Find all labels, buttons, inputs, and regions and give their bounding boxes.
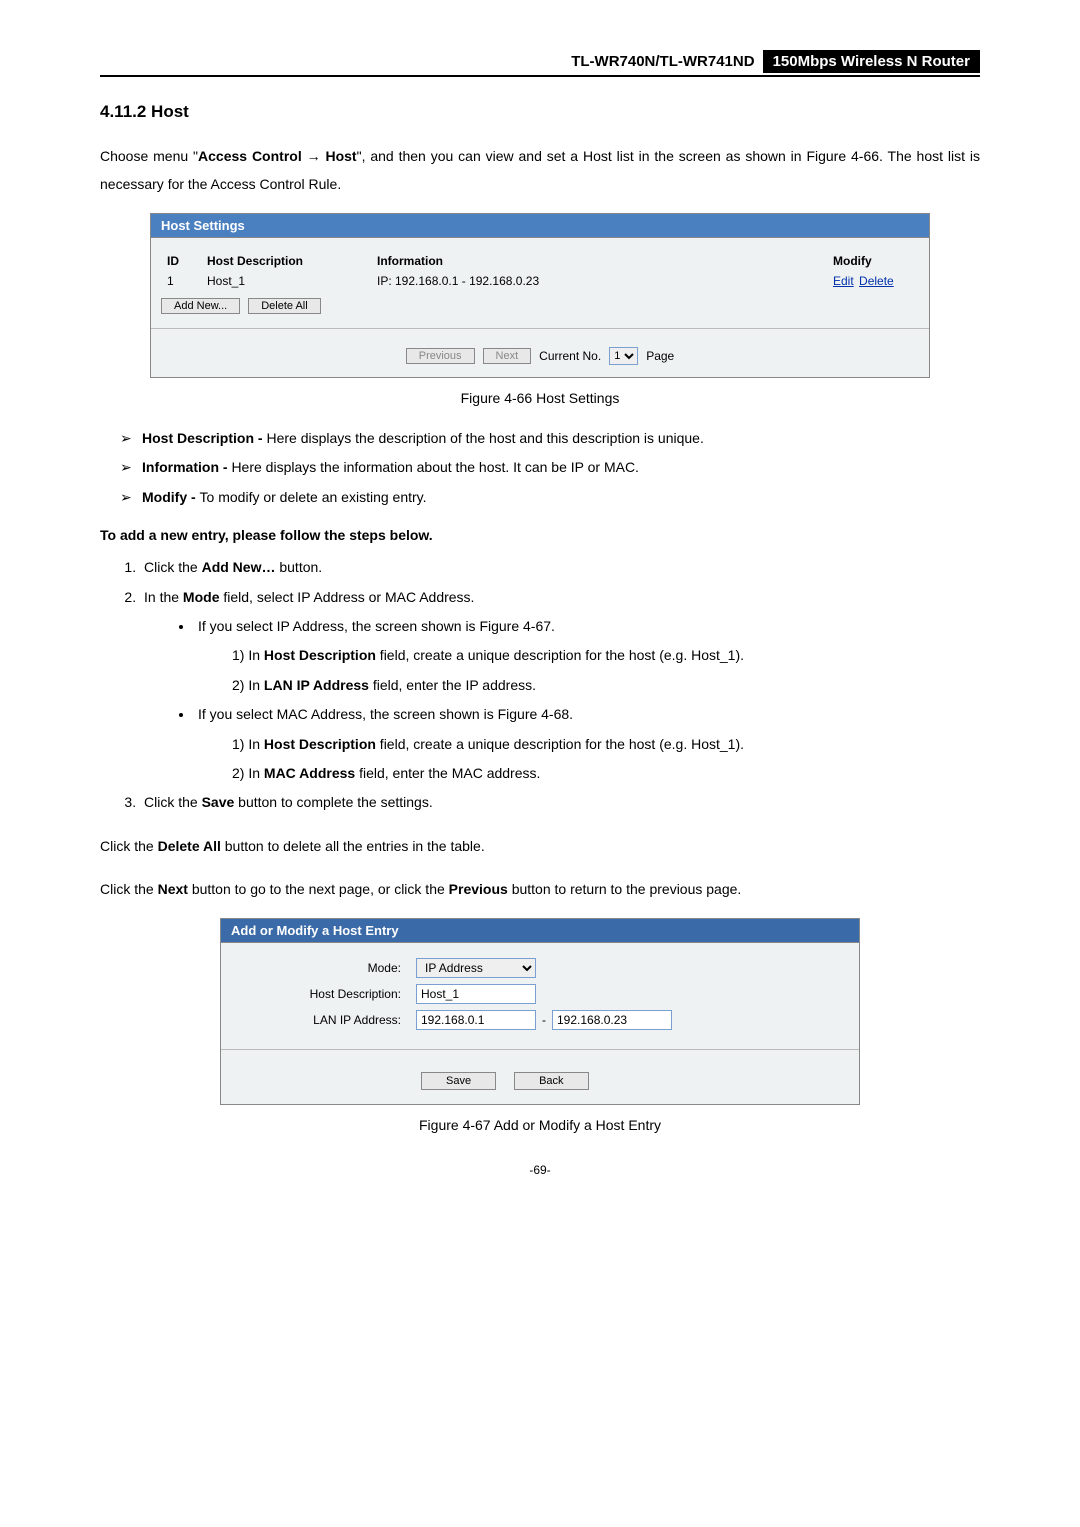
bullet-mac: If you select MAC Address, the screen sh… [194,700,980,788]
s-text: Click the [144,794,202,810]
intro-bold1: Access Control [198,148,302,164]
col-modify: Modify [829,252,917,270]
step-1: Click the Add New… button. [140,553,980,582]
section-title: 4.11.2 Host [100,102,980,122]
li-bold: Information - [142,459,231,475]
fig67-caption: Figure 4-67 Add or Modify a Host Entry [100,1117,980,1133]
table-row: 1 Host_1 IP: 192.168.0.1 - 192.168.0.23 … [163,272,917,290]
back-button[interactable]: Back [514,1072,588,1090]
next-prev-paragraph: Click the Next button to go to the next … [100,875,980,903]
host-desc-label: Host Description: [231,987,416,1001]
host-table: ID Host Description Information Modify 1… [151,250,929,292]
s-text: field, select IP Address or MAC Address. [219,589,474,605]
li-text: Here displays the information about the … [231,459,639,475]
inner-item: 2) In LAN IP Address field, enter the IP… [228,671,980,700]
page-select[interactable]: 1 [609,347,638,365]
b-text: If you select MAC Address, the screen sh… [198,706,573,722]
i-text: 1) In [232,736,264,752]
p-text: button to return to the previous page. [508,881,742,897]
delete-all-button[interactable]: Delete All [248,298,320,314]
i-bold: MAC Address [264,765,355,781]
lan-ip-label: LAN IP Address: [231,1013,416,1027]
panel-title-add-modify: Add or Modify a Host Entry [221,919,859,943]
row-desc: Host_1 [203,272,371,290]
i-text: field, enter the MAC address. [355,765,540,781]
s-text: In the [144,589,183,605]
current-no-label: Current No. [539,349,601,363]
p-text: Click the [100,838,158,854]
li-bold: Modify - [142,489,200,505]
lan-ip-from-input[interactable] [416,1010,536,1030]
col-info: Information [373,252,827,270]
next-button[interactable]: Next [483,348,532,364]
i-text: field, create a unique description for t… [376,647,744,663]
s-bold: Mode [183,589,220,605]
arrow-icon: → [302,148,326,164]
i-bold: Host Description [264,736,376,752]
i-text: 2) In [232,765,264,781]
add-entry-heading: To add a new entry, please follow the st… [100,527,980,543]
step-2: In the Mode field, select IP Address or … [140,583,980,789]
list-item: Host Description - Here displays the des… [120,424,980,453]
s-text: button to complete the settings. [234,794,432,810]
list-item: Information - Here displays the informat… [120,453,980,482]
dash-icon: - [542,1013,546,1027]
li-text: Here displays the description of the hos… [266,430,703,446]
add-new-button[interactable]: Add New... [161,298,240,314]
i-text: 2) In [232,677,264,693]
p-bold: Next [158,881,188,897]
product-text: 150Mbps Wireless N Router [763,50,980,73]
step-3: Click the Save button to complete the se… [140,788,980,817]
intro-paragraph: Choose menu "Access Control → Host", and… [100,142,980,198]
p-bold: Previous [449,881,508,897]
row-info: IP: 192.168.0.1 - 192.168.0.23 [373,272,827,290]
p-text: button to delete all the entries in the … [221,838,485,854]
intro-text: Choose menu " [100,148,198,164]
mode-select[interactable]: IP Address [416,958,536,978]
delete-all-paragraph: Click the Delete All button to delete al… [100,832,980,860]
li-bold: Host Description - [142,430,266,446]
save-button[interactable]: Save [421,1072,496,1090]
col-id: ID [163,252,201,270]
s-text: button. [275,559,322,575]
delete-link[interactable]: Delete [859,274,894,288]
panel-title-host-settings: Host Settings [151,214,929,238]
previous-button[interactable]: Previous [406,348,475,364]
lan-ip-to-input[interactable] [552,1010,672,1030]
steps-list: Click the Add New… button. In the Mode f… [100,553,980,818]
description-list: Host Description - Here displays the des… [100,424,980,512]
inner-item: 2) In MAC Address field, enter the MAC a… [228,759,980,788]
figure-66-box: Host Settings ID Host Description Inform… [150,213,930,378]
s-bold: Save [202,794,235,810]
pager: Previous Next Current No. 1 Page [151,337,929,377]
doc-header: TL-WR740N/TL-WR741ND 150Mbps Wireless N … [100,50,980,77]
edit-link[interactable]: Edit [833,274,854,288]
p-bold: Delete All [158,838,221,854]
bullet-ip: If you select IP Address, the screen sho… [194,612,980,700]
p-text: button to go to the next page, or click … [188,881,449,897]
i-text: field, enter the IP address. [369,677,536,693]
i-bold: LAN IP Address [264,677,369,693]
figure-67-box: Add or Modify a Host Entry Mode: IP Addr… [220,918,860,1105]
s-bold: Add New… [202,559,276,575]
fig66-caption: Figure 4-66 Host Settings [100,390,980,406]
intro-bold2: Host [325,148,356,164]
page-number: -69- [100,1163,980,1177]
page-label: Page [646,349,674,363]
i-text: field, create a unique description for t… [376,736,744,752]
i-text: 1) In [232,647,264,663]
li-text: To modify or delete an existing entry. [200,489,427,505]
i-bold: Host Description [264,647,376,663]
p-text: Click the [100,881,158,897]
col-desc: Host Description [203,252,371,270]
row-id: 1 [163,272,201,290]
host-desc-input[interactable] [416,984,536,1004]
mode-label: Mode: [231,961,416,975]
inner-item: 1) In Host Description field, create a u… [228,730,980,759]
list-item: Modify - To modify or delete an existing… [120,483,980,512]
b-text: If you select IP Address, the screen sho… [198,618,555,634]
model-text: TL-WR740N/TL-WR741ND [571,53,762,70]
s-text: Click the [144,559,202,575]
inner-item: 1) In Host Description field, create a u… [228,641,980,670]
